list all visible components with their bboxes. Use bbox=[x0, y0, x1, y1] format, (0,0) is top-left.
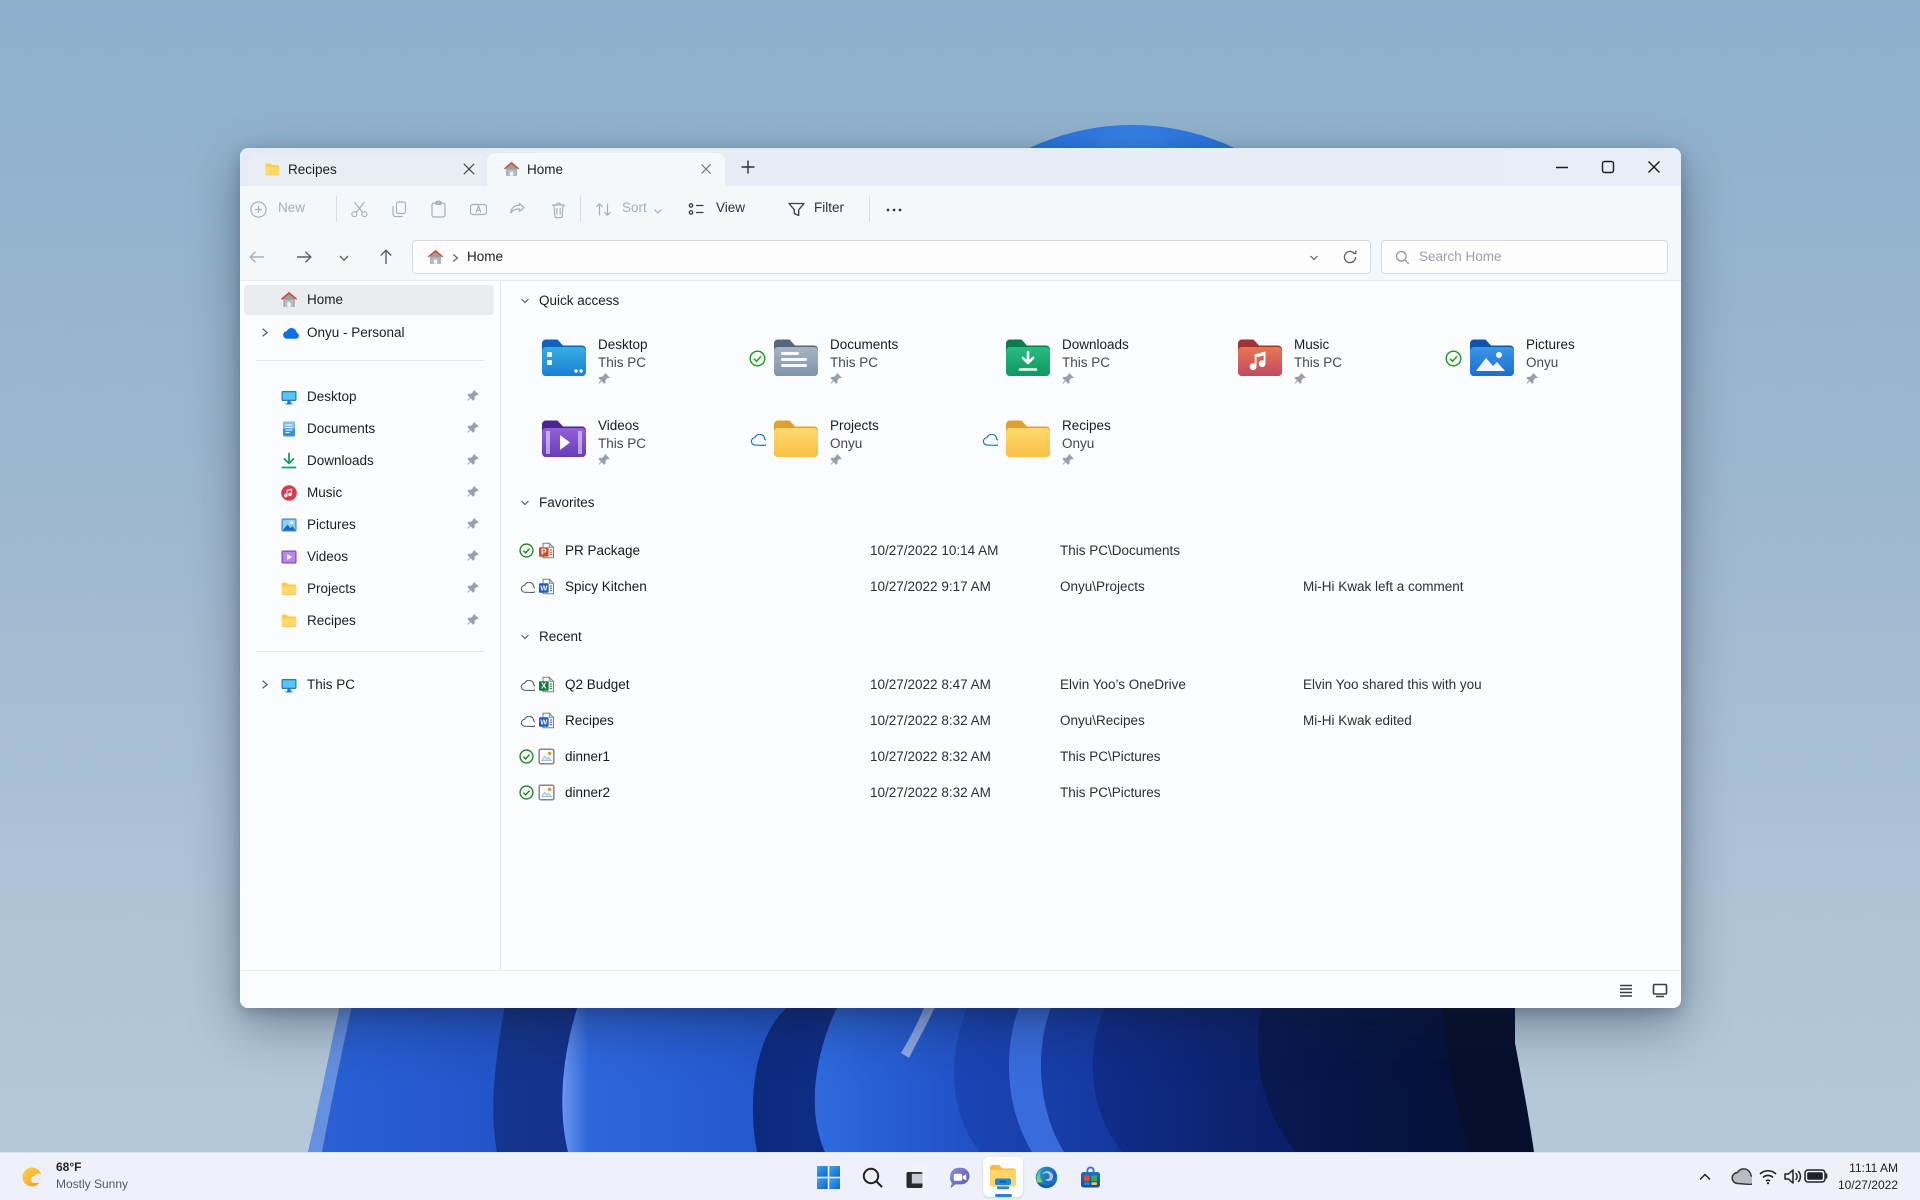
svg-text:P: P bbox=[541, 547, 547, 557]
svg-text:W: W bbox=[540, 583, 548, 592]
svg-text:W: W bbox=[540, 717, 548, 726]
svg-text:X: X bbox=[541, 682, 547, 691]
